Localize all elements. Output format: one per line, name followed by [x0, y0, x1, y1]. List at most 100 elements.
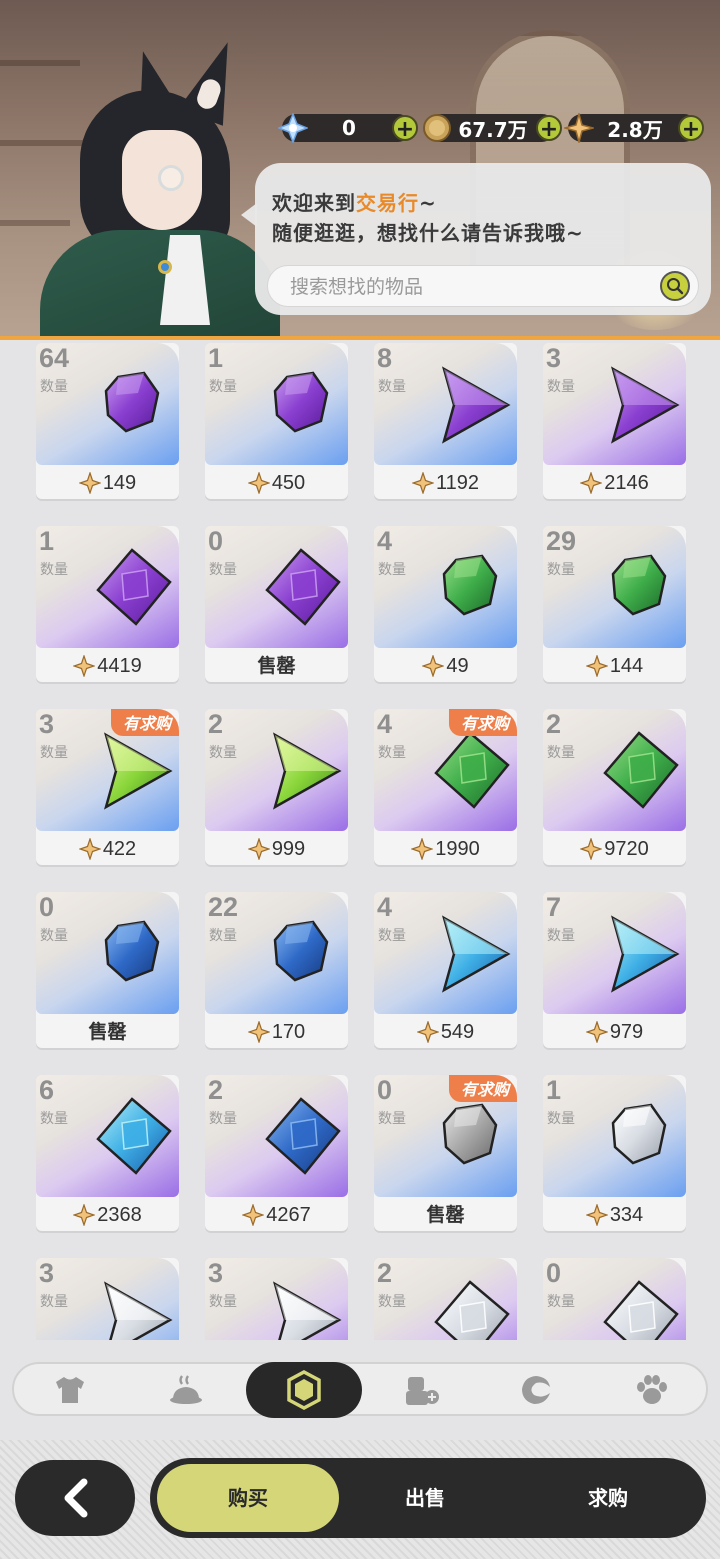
item-price-value: 2368	[97, 1203, 142, 1226]
item-card[interactable]: 0 数量	[543, 1258, 686, 1340]
category-furniture[interactable]	[404, 1372, 440, 1408]
item-card[interactable]: 0 数量 售罄	[205, 526, 348, 682]
npc-coat	[40, 230, 280, 340]
item-card[interactable]: 22 数量 170	[205, 892, 348, 1048]
item-card[interactable]: 8 数量 1192	[374, 343, 517, 499]
item-quantity: 3	[39, 1258, 55, 1288]
tab-sell[interactable]: 出售	[340, 1458, 510, 1538]
star-shard-icon	[73, 1204, 96, 1226]
item-price: 979	[543, 1016, 686, 1048]
star-shard-icon	[416, 1021, 439, 1043]
greeting-line-1: 欢迎来到交易行~	[272, 187, 437, 216]
item-price-value: 999	[271, 837, 306, 860]
gem-white-icon	[430, 1278, 512, 1340]
item-card[interactable]: 6 数量 2368	[36, 1075, 179, 1231]
item-price: 9720	[543, 833, 686, 865]
item-image: 2 数量	[205, 709, 348, 831]
category-clothing[interactable]	[52, 1372, 88, 1408]
item-image: 0 数量	[36, 892, 179, 1014]
item-image: 4 数量 有求购	[374, 709, 517, 831]
gem-purple-icon	[92, 546, 174, 628]
header-divider	[0, 336, 720, 340]
add-crystal-button[interactable]: +	[392, 115, 418, 142]
gem-icon	[287, 1370, 321, 1410]
item-price: 49	[374, 650, 517, 682]
item-quantity-label: 数量	[40, 928, 68, 944]
item-card[interactable]: 3 数量	[36, 1258, 179, 1340]
star-shard-icon	[562, 111, 596, 145]
pet-paw-icon	[637, 1375, 667, 1404]
greeting-prefix: 欢迎来到	[272, 191, 356, 215]
search-icon	[667, 278, 684, 295]
item-price-value: 4267	[266, 1203, 311, 1226]
gem-cyan-icon	[92, 1095, 174, 1177]
item-price: 1990	[374, 833, 517, 865]
item-image: 1 数量	[205, 343, 348, 465]
item-card[interactable]: 29 数量 144	[543, 526, 686, 682]
item-card[interactable]: 1 数量 334	[543, 1075, 686, 1231]
search-input[interactable]	[290, 273, 650, 301]
currency-crystal: 0 +	[278, 113, 418, 143]
add-coin-button[interactable]: +	[536, 115, 562, 142]
item-image: 7 数量	[543, 892, 686, 1014]
greeting-line-2: 随便逛逛，想找什么请告诉我哦~	[272, 221, 584, 245]
star-shard-icon	[78, 472, 101, 494]
star-shard-icon	[585, 1204, 608, 1226]
item-card[interactable]: 3 数量 2146	[543, 343, 686, 499]
item-grid: 64 数量 149 1 数量 450 8 数量 1192 3 数量 2146 1…	[36, 343, 686, 1340]
category-food[interactable]	[168, 1372, 204, 1408]
item-price-value: 450	[271, 471, 306, 494]
item-price-value: 149	[102, 471, 137, 494]
item-quantity: 8	[377, 343, 393, 373]
item-card[interactable]: 4 数量 49	[374, 526, 517, 682]
star-shard-icon	[422, 655, 445, 677]
back-arrow-icon	[64, 1478, 88, 1518]
item-card[interactable]: 2 数量 999	[205, 709, 348, 865]
back-button[interactable]	[15, 1460, 135, 1536]
add-star-shard-button[interactable]: +	[678, 115, 704, 142]
item-card[interactable]: 64 数量 149	[36, 343, 179, 499]
item-card[interactable]: 0 数量 售罄	[36, 892, 179, 1048]
star-shard-icon	[247, 838, 270, 860]
item-card[interactable]: 2 数量 4267	[205, 1075, 348, 1231]
gem-blue-icon	[92, 912, 174, 994]
item-card[interactable]: 3 数量	[205, 1258, 348, 1340]
item-price: 4419	[36, 650, 179, 682]
item-card[interactable]: 2 数量	[374, 1258, 517, 1340]
item-card[interactable]: 2 数量 9720	[543, 709, 686, 865]
item-quantity-label: 数量	[378, 1294, 406, 1310]
gem-green-icon	[430, 729, 512, 811]
sold-out-label: 售罄	[88, 1021, 127, 1043]
gem-purple-icon	[599, 363, 681, 445]
tab-buy[interactable]: 购买	[157, 1464, 339, 1532]
tab-request[interactable]: 求购	[520, 1458, 696, 1538]
item-card[interactable]: 4 数量 549	[374, 892, 517, 1048]
currency-coin: 67.7万 +	[423, 114, 562, 142]
item-card[interactable]: 0 数量 有求购 售罄	[374, 1075, 517, 1231]
item-quantity-label: 数量	[209, 928, 237, 944]
category-pets[interactable]	[634, 1372, 670, 1408]
search-box	[267, 265, 699, 307]
category-materials[interactable]	[518, 1372, 554, 1408]
item-quantity: 22	[208, 892, 239, 922]
search-button[interactable]	[660, 271, 690, 301]
item-card[interactable]: 7 数量 979	[543, 892, 686, 1048]
category-gems[interactable]	[246, 1362, 362, 1418]
furniture-icon	[406, 1377, 439, 1405]
item-price-value: 1192	[435, 471, 479, 494]
item-quantity-label: 数量	[547, 745, 575, 761]
item-card[interactable]: 1 数量 450	[205, 343, 348, 499]
item-price-value: 4419	[97, 654, 142, 677]
gem-green-icon	[430, 546, 512, 628]
item-quantity-label: 数量	[40, 1111, 68, 1127]
star-shard-icon	[580, 838, 603, 860]
shirt-icon	[56, 1377, 84, 1403]
item-price-value: 1990	[435, 837, 480, 860]
item-image: 2 数量	[543, 709, 686, 831]
crystal-icon	[276, 111, 310, 145]
item-card[interactable]: 1 数量 4419	[36, 526, 179, 682]
item-quantity: 4	[377, 892, 393, 922]
item-card[interactable]: 3 数量 有求购 422	[36, 709, 179, 865]
item-quantity: 3	[39, 709, 55, 739]
item-card[interactable]: 4 数量 有求购 1990	[374, 709, 517, 865]
